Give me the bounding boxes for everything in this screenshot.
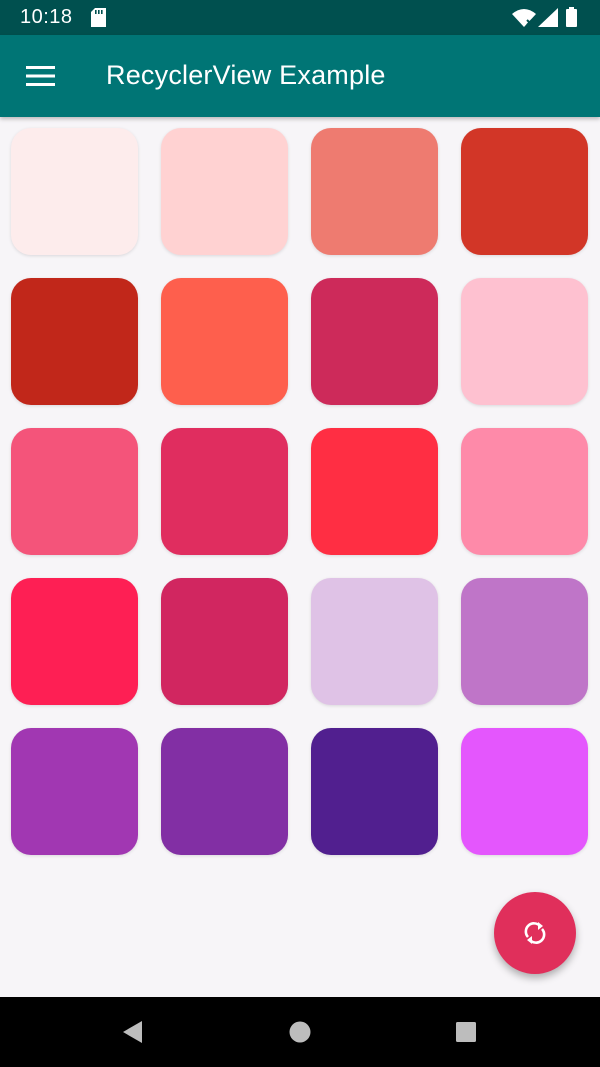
color-tile[interactable] [161, 128, 288, 255]
color-tile[interactable] [461, 578, 588, 705]
app-bar: RecyclerView Example [0, 35, 600, 117]
color-tile[interactable] [161, 428, 288, 555]
sd-card-icon [91, 8, 106, 27]
menu-button[interactable] [14, 48, 68, 104]
refresh-fab[interactable] [494, 892, 576, 974]
color-tile[interactable] [311, 578, 438, 705]
home-circle-icon[interactable] [288, 1020, 312, 1044]
back-triangle-icon[interactable] [121, 1020, 145, 1044]
color-tile[interactable] [11, 278, 138, 405]
status-bar: 10:18 [0, 0, 600, 35]
recents-square-icon[interactable] [454, 1020, 478, 1044]
color-tile[interactable] [161, 728, 288, 855]
color-tile[interactable] [311, 728, 438, 855]
color-tile[interactable] [311, 428, 438, 555]
color-tile[interactable] [11, 428, 138, 555]
app-title: RecyclerView Example [106, 60, 386, 90]
status-time: 10:18 [20, 6, 73, 28]
battery-icon [566, 7, 577, 27]
color-tile[interactable] [461, 428, 588, 555]
color-tile[interactable] [11, 128, 138, 255]
cell-signal-icon [538, 8, 558, 27]
color-tile[interactable] [461, 278, 588, 405]
refresh-icon [524, 922, 546, 944]
navigation-bar [0, 997, 600, 1067]
color-grid [0, 117, 600, 997]
wifi-icon [512, 9, 536, 27]
color-tile[interactable] [461, 728, 588, 855]
color-tile[interactable] [161, 578, 288, 705]
hamburger-menu-icon [26, 66, 55, 86]
color-tile[interactable] [311, 128, 438, 255]
color-tile[interactable] [161, 278, 288, 405]
color-tile[interactable] [11, 578, 138, 705]
color-tile[interactable] [311, 278, 438, 405]
color-tile[interactable] [461, 128, 588, 255]
color-tile[interactable] [11, 728, 138, 855]
